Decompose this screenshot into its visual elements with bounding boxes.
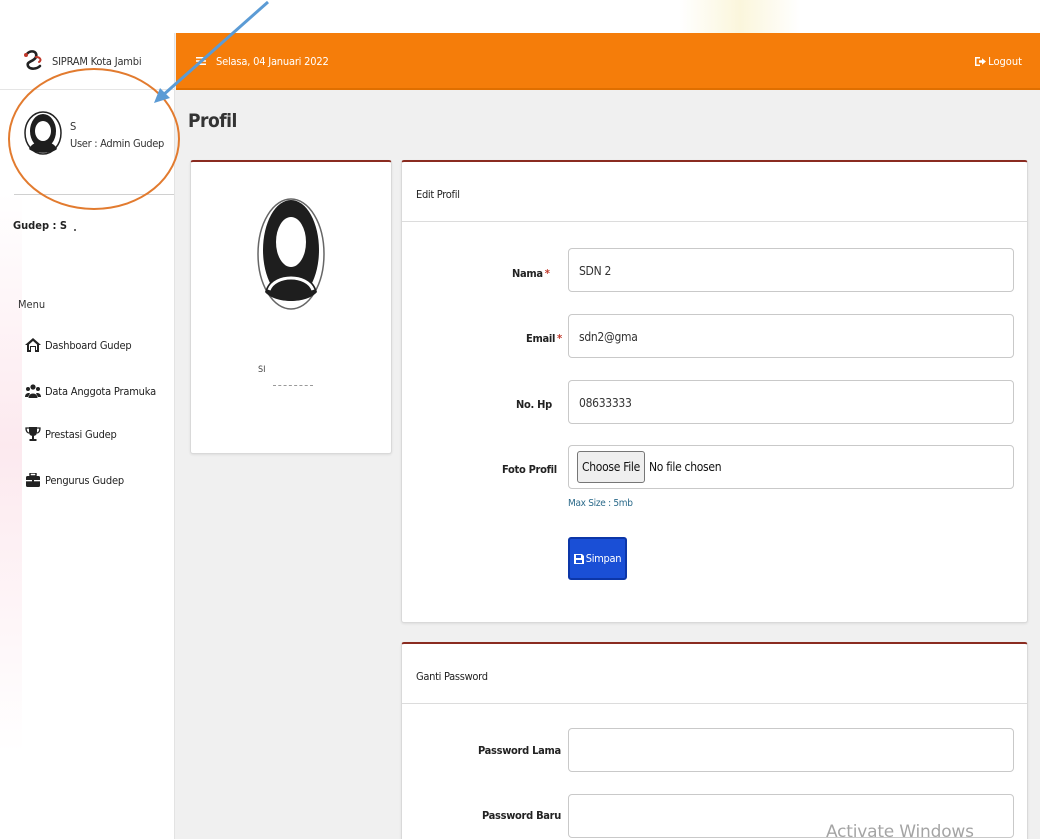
- edit-profile-card: Edit Profil Nama * SDN 2 Email * sdn2@gma …: [401, 160, 1028, 623]
- nama-label-text: Nama: [512, 267, 543, 280]
- choose-file-button[interactable]: Choose File: [577, 451, 645, 483]
- briefcase-icon: [26, 473, 40, 487]
- gudep-label: Gudep : S: [13, 219, 68, 232]
- sidebar-item-label: Dashboard Gudep: [45, 338, 132, 352]
- menu-title: Menu: [18, 298, 46, 311]
- old-password-input[interactable]: [568, 728, 1014, 772]
- home-icon: [25, 338, 41, 352]
- file-status: No file chosen: [648, 460, 722, 474]
- logout-icon: [975, 57, 987, 66]
- profile-card: SI: [190, 160, 392, 454]
- nama-label: Nama *: [512, 267, 550, 280]
- header-date: Selasa, 04 Januari 2022: [216, 55, 329, 68]
- max-size-note: Max Size : 5mb: [568, 498, 633, 509]
- top-band: [0, 0, 1040, 33]
- brand-name: SIPRAM Kota Jambi: [52, 54, 142, 68]
- users-icon: [25, 384, 41, 398]
- sidebar-item-label: Data Anggota Pramuka: [45, 384, 156, 398]
- required-mark: *: [557, 332, 562, 345]
- windows-watermark: Activate Windows: [826, 822, 974, 839]
- save-label: Simpan: [585, 552, 622, 565]
- top-header: Selasa, 04 Januari 2022 Logout: [176, 33, 1040, 90]
- old-password-label: Password Lama: [478, 744, 561, 757]
- change-password-card: Ganti Password Password Lama Password Ba…: [401, 642, 1028, 839]
- sidebar-item-pengurus-gudep[interactable]: Pengurus Gudep: [25, 473, 124, 487]
- menu-toggle-icon[interactable]: [196, 57, 206, 65]
- trophy-icon: [25, 427, 41, 441]
- edit-profile-header: Edit Profil: [402, 162, 1027, 222]
- hp-label: No. Hp: [516, 398, 552, 411]
- sidebar-item-prestasi-gudep[interactable]: Prestasi Gudep: [25, 427, 117, 441]
- email-label: Email *: [526, 332, 562, 345]
- sidebar-item-data-anggota-pramuka[interactable]: Data Anggota Pramuka: [25, 384, 156, 398]
- save-icon: [573, 553, 584, 564]
- foto-file-input: Choose File No file chosen: [568, 445, 1014, 489]
- required-mark: *: [544, 267, 550, 280]
- new-password-label: Password Baru: [482, 809, 562, 822]
- sidebar-item-label: Prestasi Gudep: [45, 427, 117, 441]
- nama-input[interactable]: SDN 2: [568, 248, 1014, 292]
- brand-logo-icon: [24, 50, 42, 70]
- profile-avatar-icon: [257, 198, 325, 310]
- email-label-text: Email: [526, 332, 556, 345]
- profile-name: SI: [258, 365, 266, 375]
- profile-dashes: [273, 385, 313, 386]
- gudep-dot: [74, 229, 76, 231]
- sidebar-item-label: Pengurus Gudep: [45, 473, 124, 487]
- email-input[interactable]: sdn2@gma: [568, 314, 1014, 358]
- page-title: Profil: [188, 110, 237, 132]
- hp-input[interactable]: 08633333: [568, 380, 1014, 424]
- logout-label: Logout: [988, 55, 1022, 68]
- save-button[interactable]: Simpan: [568, 537, 627, 580]
- background-blob: [680, 0, 800, 33]
- annotation-ring: [8, 68, 180, 210]
- logout-button[interactable]: Logout: [975, 55, 1022, 68]
- sidebar-item-dashboard-gudep[interactable]: Dashboard Gudep: [25, 338, 132, 352]
- change-password-header: Ganti Password: [402, 644, 1027, 704]
- foto-label: Foto Profil: [502, 463, 557, 476]
